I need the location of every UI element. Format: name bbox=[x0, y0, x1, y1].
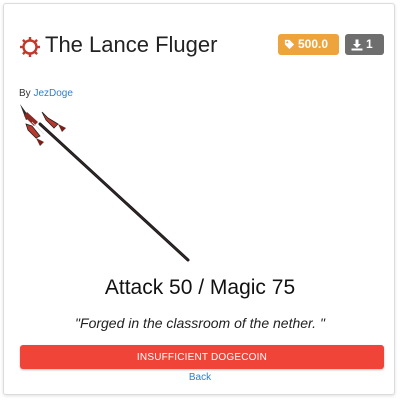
author-prefix: By bbox=[19, 88, 31, 99]
spear-image bbox=[20, 104, 190, 262]
price-value: 500.0 bbox=[298, 37, 329, 51]
author-link[interactable]: JezDoge bbox=[33, 88, 72, 99]
tag-icon bbox=[284, 39, 295, 50]
item-title: The Lance Fluger bbox=[45, 32, 218, 57]
back-link[interactable]: Back bbox=[0, 372, 400, 383]
buy-button[interactable]: INSUFFICIENT DOGECOIN bbox=[20, 345, 384, 369]
downloads-badge: 1 bbox=[345, 34, 384, 55]
item-quote: "Forged in the classroom of the nether. … bbox=[75, 315, 325, 331]
author-line: By JezDoge bbox=[19, 88, 73, 99]
download-icon bbox=[351, 39, 363, 50]
price-badge: 500.0 bbox=[278, 34, 339, 55]
downloads-count: 1 bbox=[366, 37, 373, 51]
item-stats: Attack 50 / Magic 75 bbox=[104, 276, 296, 299]
